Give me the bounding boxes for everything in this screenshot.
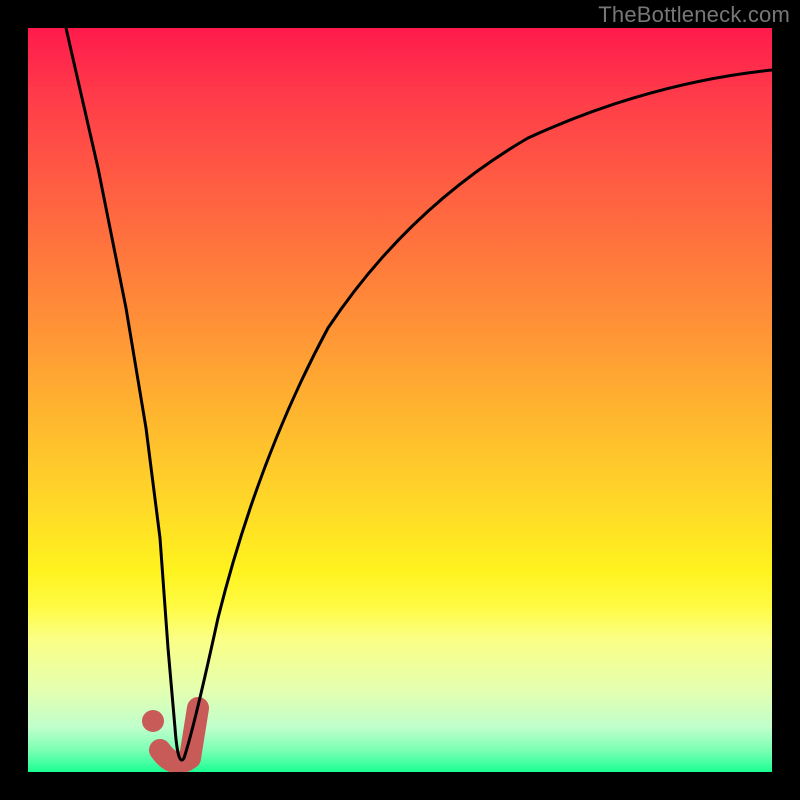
marker-dot-icon [142,710,164,732]
bottleneck-curve [66,28,772,760]
watermark-text: TheBottleneck.com [598,2,790,28]
chart-stage: TheBottleneck.com [0,0,800,800]
curve-layer [28,28,772,772]
plot-area [28,28,772,772]
